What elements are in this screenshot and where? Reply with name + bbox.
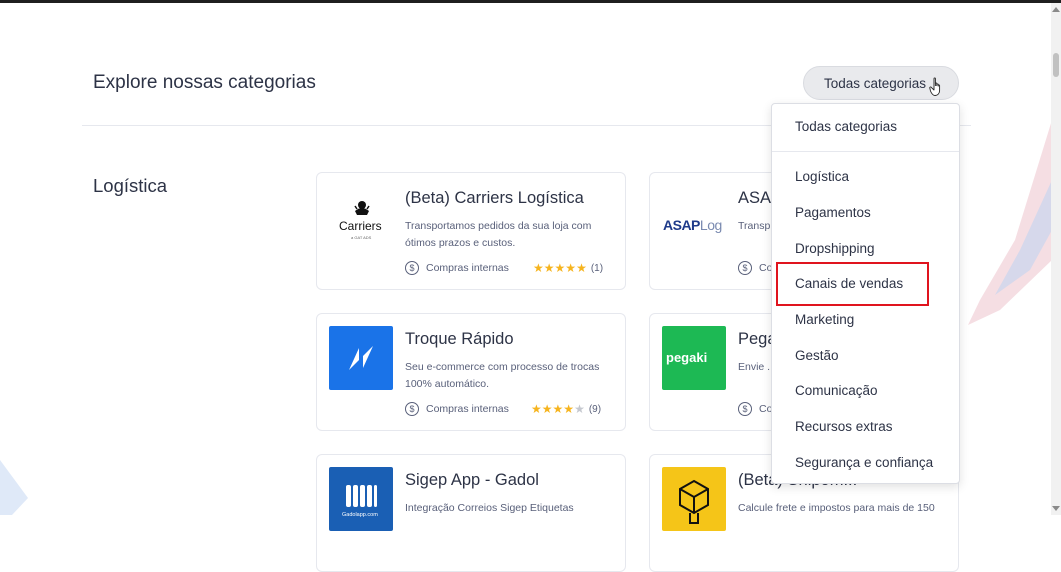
decorative-shape (960, 120, 1052, 340)
window-top-bar (0, 0, 1061, 3)
pegaki-logo: pegaki (662, 326, 726, 390)
section-title: Logística (93, 175, 168, 196)
star-icon: ★ (554, 261, 566, 275)
card-title: Sigep App - Gadol (405, 471, 539, 489)
app-card-carriers[interactable]: Carriers a GAT ADS (Beta) Carriers Logís… (316, 172, 626, 290)
card-meta-label: Compras internas (426, 262, 509, 274)
dropdown-item-gestao[interactable]: Gestão (795, 348, 839, 363)
card-meta-label: Compras internas (426, 403, 509, 415)
card-description: Calcule frete e impostos para mais de 15… (738, 502, 935, 514)
card-rating: ★ ★ ★ ★ ★ (1) (533, 261, 603, 275)
carriers-logo-text: Carriers (339, 219, 382, 233)
dropdown-item-logistica[interactable]: Logística (795, 169, 849, 184)
dollar-circle-icon: $ (738, 261, 752, 275)
page-scrollbar[interactable] (1051, 3, 1061, 515)
star-icon: ★ (552, 402, 564, 416)
gadol-logo-text: Gadolapp.com (342, 512, 378, 518)
highlight-box (776, 262, 929, 306)
asaplog-logo: ASAPLog (663, 217, 722, 233)
dollar-circle-icon: $ (405, 402, 419, 416)
app-card-troque-rapido[interactable]: Troque Rápido Seu e-commerce com process… (316, 313, 626, 431)
scroll-down-icon[interactable] (1052, 506, 1060, 511)
dropdown-divider (772, 151, 959, 152)
decorative-shape (0, 460, 40, 520)
card-rating: ★ ★ ★ ★ ★ (9) (531, 402, 601, 416)
star-icon: ★ (563, 402, 575, 416)
troque-rapido-logo (329, 326, 393, 390)
rating-count: (1) (590, 262, 604, 274)
scroll-up-icon[interactable] (1052, 7, 1060, 12)
dropdown-item-pagamentos[interactable]: Pagamentos (795, 205, 871, 220)
card-meta: $ Co (738, 402, 772, 416)
dropdown-item-all[interactable]: Todas categorias (795, 119, 897, 134)
card-description: Seu e-commerce com processo de trocas 10… (405, 361, 600, 390)
star-icon: ★ (576, 261, 587, 275)
star-icon: ★ (565, 261, 577, 275)
dropdown-item-recursos-extras[interactable]: Recursos extras (795, 419, 893, 434)
dropdown-item-dropshipping[interactable]: Dropshipping (795, 241, 875, 256)
card-meta: $ Compras internas (405, 261, 509, 275)
star-icon: ★ (574, 402, 585, 416)
rating-count: (9) (588, 403, 602, 415)
card-description: Integração Correios Sigep Etiquetas (405, 502, 574, 514)
star-icon: ★ (543, 261, 555, 275)
dropdown-item-marketing[interactable]: Marketing (795, 312, 854, 327)
shipom-logo (662, 467, 726, 531)
star-icon: ★ (531, 402, 542, 416)
page-title: Explore nossas categorias (93, 72, 316, 93)
scroll-thumb[interactable] (1053, 53, 1059, 77)
dropdown-item-comunicacao[interactable]: Comunicação (795, 383, 878, 398)
star-icon: ★ (541, 402, 553, 416)
dropdown-item-seguranca[interactable]: Segurança e confiança (795, 455, 933, 470)
dollar-circle-icon: $ (405, 261, 419, 275)
carriers-logo-subtext: a GAT ADS (351, 235, 372, 240)
gadol-logo: Gadolapp.com (329, 467, 393, 531)
dollar-circle-icon: $ (738, 402, 752, 416)
pegaki-logo-text: pegaki (666, 350, 708, 365)
card-description: Transportamos pedidos da sua loja com ót… (405, 220, 592, 249)
app-card-sigep-gadol[interactable]: Gadolapp.com Sigep App - Gadol Integraçã… (316, 454, 626, 572)
carriers-logo: Carriers a GAT ADS (329, 185, 393, 249)
card-title: (Beta) Carriers Logística (405, 189, 584, 207)
hand-pointer-icon (929, 77, 945, 102)
star-icon: ★ (533, 261, 544, 275)
card-meta: $ Co (738, 261, 772, 275)
card-title: Troque Rápido (405, 330, 514, 348)
card-meta: $ Compras internas (405, 402, 509, 416)
